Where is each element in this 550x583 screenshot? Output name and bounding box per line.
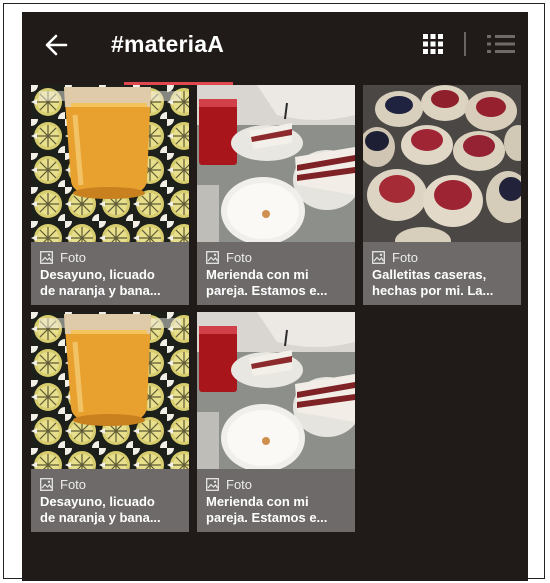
view-toggle-divider [464, 32, 466, 56]
post-caption: Merienda con mi pareja. Estamos e... [206, 494, 328, 525]
back-arrow-icon[interactable] [42, 30, 72, 60]
orange-juice-photo [31, 85, 189, 242]
post-caption: Merienda con mi pareja. Estamos e... [206, 267, 328, 298]
post-meta: Foto Merienda con mi pareja. Estamos e..… [197, 469, 355, 532]
post-card[interactable]: Foto Merienda con mi pareja. Estamos e..… [197, 85, 355, 305]
post-card[interactable]: Foto Desayuno, licuado de naranja y bana… [31, 312, 189, 532]
page-title: #materiaA [111, 31, 225, 57]
post-type-label: Foto [226, 476, 253, 492]
hashtag-screen: #materiaA Foto Desayuno, licuado de nara… [22, 12, 528, 581]
photo-icon [206, 250, 219, 264]
cake-and-drinks-photo [197, 312, 355, 469]
photo-icon [40, 250, 53, 264]
post-caption: Galletitas caseras, hechas por mi. La... [372, 267, 494, 298]
post-card[interactable]: Foto Merienda con mi pareja. Estamos e..… [197, 312, 355, 532]
photo-icon [206, 477, 219, 491]
post-card[interactable]: Foto Galletitas caseras, hechas por mi. … [363, 85, 521, 305]
post-meta: Foto Merienda con mi pareja. Estamos e..… [197, 242, 355, 305]
post-caption: Desayuno, licuado de naranja y bana... [40, 267, 161, 298]
post-caption: Desayuno, licuado de naranja y bana... [40, 494, 161, 525]
post-meta: Foto Desayuno, licuado de naranja y bana… [31, 242, 189, 305]
grid-view-icon[interactable] [422, 33, 444, 55]
post-card[interactable]: Foto Desayuno, licuado de naranja y bana… [31, 85, 189, 305]
post-type-label: Foto [60, 249, 87, 265]
post-meta: Foto Desayuno, licuado de naranja y bana… [31, 469, 189, 532]
post-type-label: Foto [226, 249, 253, 265]
post-meta: Foto Galletitas caseras, hechas por mi. … [363, 242, 521, 305]
post-type-label: Foto [60, 476, 87, 492]
photo-icon [40, 477, 53, 491]
header-bar: #materiaA [22, 12, 528, 82]
list-view-icon[interactable] [487, 33, 515, 55]
jam-cookies-photo [363, 85, 521, 242]
orange-juice-photo [31, 312, 189, 469]
post-type-label: Foto [392, 249, 419, 265]
photo-icon [372, 250, 385, 264]
cake-and-drinks-photo [197, 85, 355, 242]
